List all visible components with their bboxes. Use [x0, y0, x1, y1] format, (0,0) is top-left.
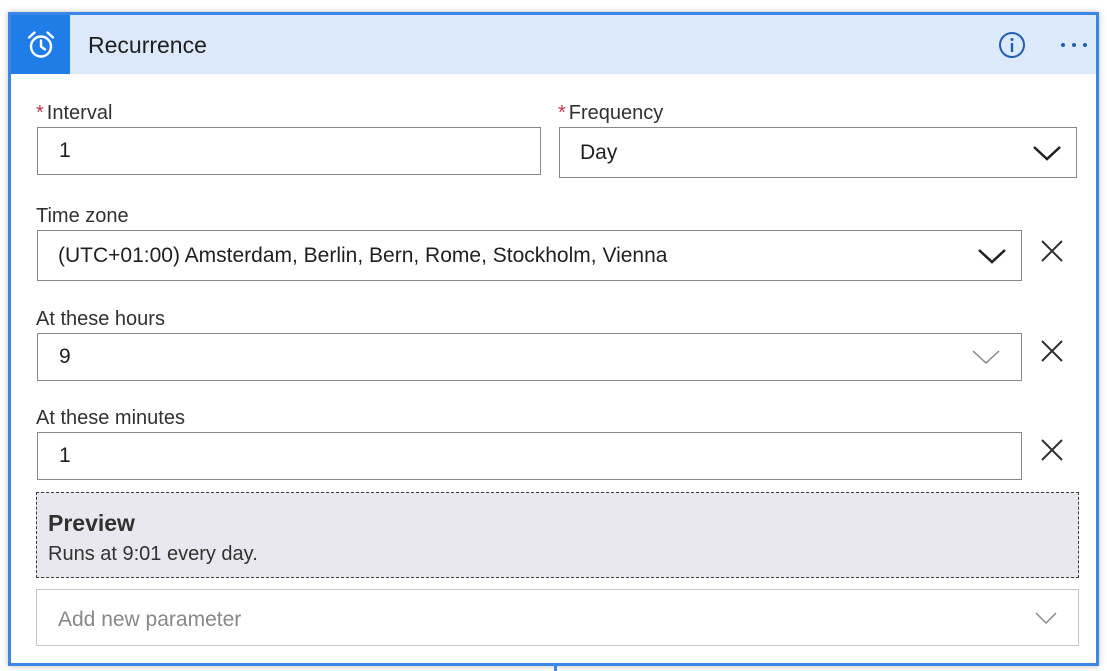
add-parameter-dropdown[interactable]: Add new parameter — [36, 589, 1079, 646]
interval-value: 1 — [59, 139, 71, 162]
clear-time-zone-icon[interactable] — [1040, 239, 1064, 263]
hours-label: At these hours — [36, 308, 165, 330]
preview-panel: Preview Runs at 9:01 every day. — [36, 492, 1079, 578]
clear-minutes-icon[interactable] — [1040, 438, 1064, 462]
interval-label-text: Interval — [46, 102, 113, 124]
clear-hours-icon[interactable] — [1040, 339, 1064, 363]
chevron-down-icon[interactable] — [1032, 144, 1062, 162]
flow-connector — [554, 666, 557, 671]
frequency-dropdown[interactable]: Day — [559, 127, 1077, 178]
frequency-label: * Frequency — [558, 102, 663, 125]
header-icon-box — [11, 15, 70, 74]
info-icon[interactable] — [998, 31, 1026, 59]
time-zone-value: (UTC+01:00) Amsterdam, Berlin, Bern, Rom… — [58, 243, 668, 267]
chevron-down-icon[interactable] — [971, 348, 1001, 366]
preview-title: Preview — [48, 510, 135, 536]
time-zone-dropdown[interactable]: (UTC+01:00) Amsterdam, Berlin, Bern, Rom… — [37, 230, 1022, 281]
chevron-down-icon[interactable] — [1034, 610, 1058, 626]
card-header[interactable]: Recurrence — [11, 15, 1096, 74]
frequency-value: Day — [580, 140, 618, 164]
minutes-value: 1 — [59, 444, 71, 467]
recurrence-card: Recurrence * Interval 1 * Frequency Day Ti… — [8, 12, 1099, 666]
more-options-icon[interactable] — [1059, 35, 1089, 55]
add-parameter-placeholder: Add new parameter — [58, 608, 242, 631]
minutes-input[interactable]: 1 — [37, 432, 1022, 480]
alarm-clock-icon — [27, 30, 54, 58]
hours-dropdown[interactable]: 9 — [37, 333, 1022, 381]
frequency-label-text: Frequency — [568, 102, 664, 124]
interval-input[interactable]: 1 — [37, 127, 541, 175]
minutes-label: At these minutes — [36, 407, 185, 429]
time-zone-label: Time zone — [36, 205, 129, 227]
interval-label: * Interval — [36, 102, 112, 125]
hours-value: 9 — [59, 345, 71, 368]
card-title: Recurrence — [88, 32, 207, 58]
preview-text: Runs at 9:01 every day. — [48, 543, 258, 565]
required-marker: * — [558, 102, 566, 124]
chevron-down-icon[interactable] — [977, 247, 1007, 265]
required-marker: * — [36, 102, 44, 124]
